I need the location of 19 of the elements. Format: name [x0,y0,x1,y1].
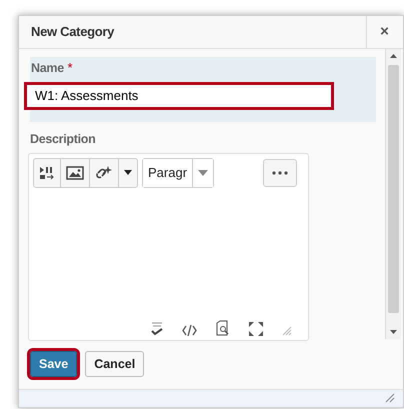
more-icon[interactable] [263,158,297,187]
fullscreen-icon[interactable] [249,322,263,336]
scroll-down-icon[interactable] [390,330,397,334]
description-label: Description [30,132,96,146]
description-editor[interactable]: Paragr [28,152,309,341]
name-label: Name [31,61,64,75]
format-select[interactable]: Paragr [143,158,194,187]
save-button[interactable]: Save [30,351,78,377]
dialog-title: New Category [30,23,116,42]
spellcheck-icon[interactable] [151,320,163,336]
scrollbar[interactable] [385,49,401,339]
resize-grip-icon[interactable] [282,326,292,336]
resize-grip-icon[interactable] [385,393,395,404]
scroll-up-icon[interactable] [390,54,397,58]
required-mark: * [67,60,73,75]
preview-icon[interactable] [216,320,230,336]
code-icon[interactable] [182,324,197,336]
name-field[interactable]: W1: Assessments [24,82,334,110]
cancel-button[interactable]: Cancel [85,351,144,377]
